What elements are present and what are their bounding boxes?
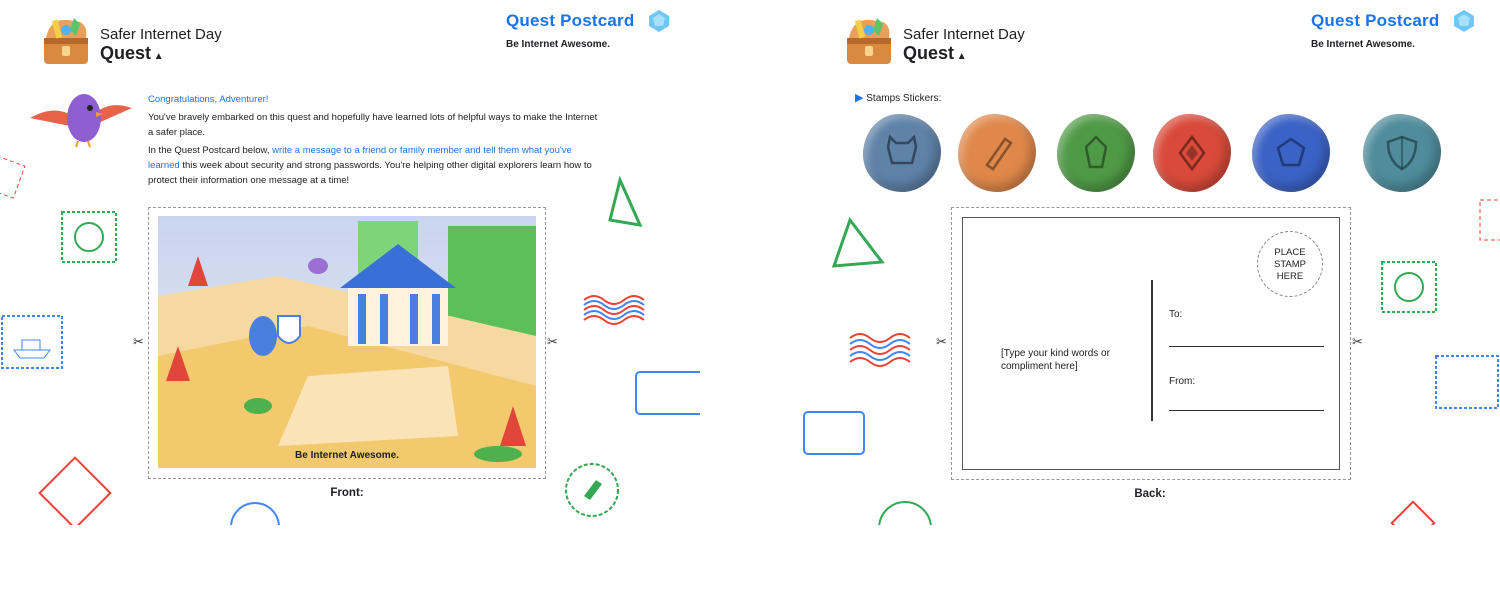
paragraph-2: In the Quest Postcard below, write a mes… — [148, 145, 592, 186]
wax-seal-sticker[interactable] — [1057, 114, 1135, 192]
wax-seal-sticker[interactable] — [958, 114, 1036, 192]
from-label: From: — [1169, 376, 1196, 387]
title-line1: Safer Internet Day — [100, 26, 222, 43]
wax-seal-sticker[interactable] — [863, 114, 941, 192]
tagline: Be Internet Awesome. — [1311, 39, 1415, 50]
paragraph-1: You've bravely embarked on this quest an… — [148, 112, 598, 138]
bird-mascot-icon — [30, 94, 132, 148]
pencil-icon — [985, 137, 1013, 171]
treasure-chest-icon — [44, 18, 88, 64]
shield-icon — [1386, 135, 1418, 171]
postcard-title: Quest Postcard — [1311, 11, 1440, 30]
title-line1: Safer Internet Day — [903, 26, 1025, 43]
front-label: Front: — [330, 487, 364, 499]
globe-stamp-decoration — [230, 502, 280, 525]
treasure-chest-icon — [847, 18, 891, 64]
front-page: Safer Internet Day Quest ▲ Quest Postcar… — [0, 0, 700, 525]
postcard-title: Quest Postcard — [506, 11, 635, 30]
title-line2: Quest ▲ — [903, 43, 967, 63]
back-label: Back: — [1134, 488, 1166, 500]
intro-text: Congratulations, Adventurer! You've brav… — [148, 92, 598, 191]
place-stamp-circle: PLACE STAMP HERE — [1257, 231, 1323, 297]
scissors-icon: ✂ — [1352, 334, 1363, 349]
gem-icon — [1454, 10, 1474, 32]
from-input-line[interactable] — [1169, 410, 1324, 411]
play-triangle-icon: ▶ — [855, 92, 864, 104]
greeting: Congratulations, Adventurer! — [148, 94, 269, 105]
image-caption: Be Internet Awesome. — [295, 450, 399, 461]
cat-mask-icon — [886, 134, 918, 165]
back-page: Safer Internet Day Quest ▲ Quest Postcar… — [800, 0, 1500, 525]
decorative-stamps-right — [565, 175, 700, 517]
postcard-back: [Type your kind words or compliment here… — [962, 217, 1340, 470]
decorative-stamps-right — [1381, 199, 1500, 525]
to-label: To: — [1169, 309, 1183, 320]
title-line2: Quest ▲ — [100, 43, 164, 63]
gem-icon — [649, 10, 669, 32]
message-placeholder[interactable]: [Type your kind words or compliment here… — [1001, 347, 1141, 373]
decorative-stamps-left — [0, 155, 117, 525]
tagline: Be Internet Awesome. — [506, 39, 610, 50]
crystal-icon — [1084, 135, 1108, 169]
wax-seal-sticker[interactable] — [1363, 114, 1441, 192]
scissors-icon: ✂ — [936, 334, 947, 349]
wax-seal-sticker[interactable] — [1153, 114, 1231, 192]
diamond-icon — [1178, 134, 1206, 172]
postcard-front-image: Be Internet Awesome. — [158, 216, 536, 468]
decorative-stamps-left — [803, 216, 932, 525]
scissors-icon: ✂ — [133, 334, 144, 349]
quest-illustration — [158, 221, 536, 468]
scissors-icon: ✂ — [547, 334, 558, 349]
stickers-label: ▶ Stamps Stickers: — [855, 92, 942, 104]
wax-seal-sticker[interactable] — [1252, 114, 1330, 192]
to-input-line[interactable] — [1169, 346, 1324, 347]
gem-icon — [1276, 137, 1306, 167]
divider — [1151, 280, 1153, 421]
